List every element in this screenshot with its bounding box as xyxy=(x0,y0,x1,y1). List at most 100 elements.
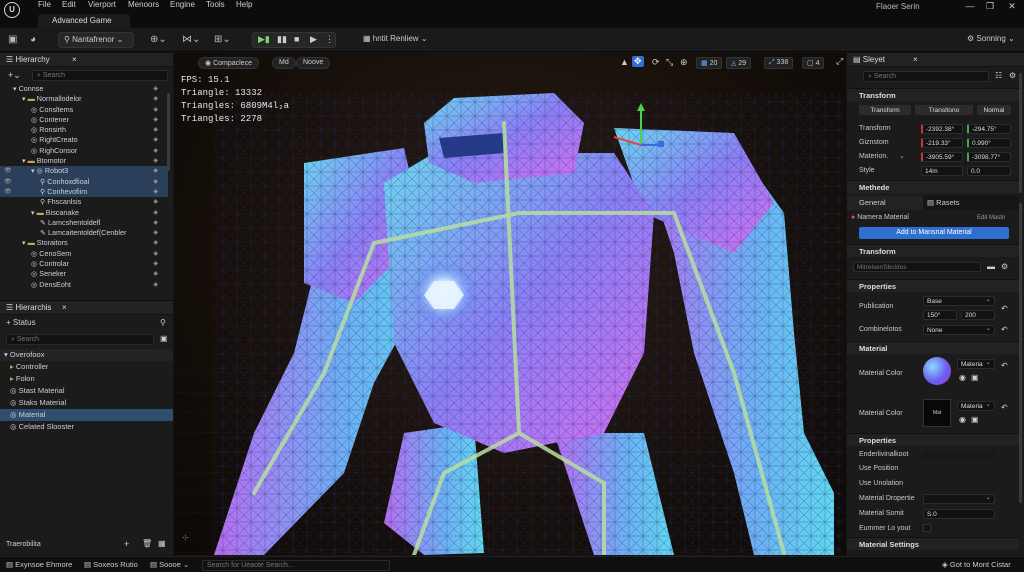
tree-item[interactable]: ▾ ▬ Btomotor ◈ xyxy=(0,156,168,166)
hierarchy-search[interactable]: ⌕ Search xyxy=(32,70,168,81)
tree-item[interactable]: ◎ CenoSem ◈ xyxy=(0,249,168,259)
grid-snap-button[interactable]: ▦ 20 xyxy=(696,57,723,69)
visibility-eye-icon[interactable]: 👁 xyxy=(4,177,12,187)
blueprint-icon[interactable]: ⋈⌄ xyxy=(182,34,200,45)
translation-tab[interactable]: Transltono xyxy=(915,105,973,115)
source-control-button[interactable]: ◈ Got to Mont Cistar xyxy=(942,560,1011,569)
materion-x-field[interactable]: -3905.59° xyxy=(921,152,963,162)
sequence-icon[interactable]: ⊞⌄ xyxy=(214,34,231,45)
methede-section[interactable]: Methede xyxy=(847,180,1019,193)
content-item[interactable]: ▸ Folon xyxy=(0,373,173,385)
menu-edit[interactable]: Edit xyxy=(62,0,76,9)
transform-x-field[interactable]: -2392.38° xyxy=(921,124,963,134)
output-log-button[interactable]: ▤ Soxeos Rutio xyxy=(84,560,138,569)
material-slot-dropdown-1[interactable]: Materia xyxy=(957,359,995,369)
more-icon[interactable]: ⋮ xyxy=(325,34,334,45)
assets-tab[interactable]: ▤ Rasets xyxy=(927,198,960,207)
scale-snap-button[interactable]: ⤢ 338 xyxy=(764,57,794,69)
menu-help[interactable]: Help xyxy=(236,0,252,9)
move-icon[interactable]: ▲ xyxy=(620,57,629,67)
giznstom-x-field[interactable]: -219.33° xyxy=(921,138,963,148)
transform-y-field[interactable]: -294.75° xyxy=(967,124,1011,134)
materion-y-field[interactable]: -3098.77° xyxy=(967,152,1011,162)
use-selected-icon[interactable]: ▣ xyxy=(971,415,979,424)
layout-checkbox[interactable] xyxy=(923,524,931,532)
material-somit-field[interactable]: S.0 xyxy=(923,509,995,519)
add-icon[interactable]: +⌄ xyxy=(8,70,21,81)
publication-field-2[interactable]: 200 xyxy=(961,310,995,320)
world-icon[interactable]: ⊕ xyxy=(680,57,688,68)
tree-item[interactable]: ◎ RighConsor ◈ xyxy=(0,146,168,156)
viewport[interactable]: ◉ Compaclece Md Noove ▲ ✥ ⟳ ⤡ ⊕ ▦ 20 ◬ 2… xyxy=(174,53,846,555)
content-drawer-button[interactable]: ▤ Exynsoe Ehmore xyxy=(6,560,72,569)
status-button[interactable]: + Status xyxy=(6,318,36,327)
material-thumbnail[interactable]: Mat xyxy=(923,399,951,427)
menu-tools[interactable]: Tools xyxy=(206,0,225,9)
pin-toggle-icon[interactable]: ◈ xyxy=(153,105,158,115)
tree-item[interactable]: ▾ Connse ◈ xyxy=(0,84,168,94)
details-scrollbar[interactable] xyxy=(1019,73,1022,193)
pause-icon[interactable]: ▮▮ xyxy=(277,34,287,45)
add-actor-icon[interactable]: ⊕⌄ xyxy=(150,34,167,45)
giznstom-y-field[interactable]: 0.990° xyxy=(967,138,1011,148)
visibility-eye-icon[interactable]: 👁 xyxy=(4,166,12,176)
content-item[interactable]: ◎ Celated Slooster xyxy=(0,421,173,433)
pin-toggle-icon[interactable]: ◈ xyxy=(153,177,158,187)
maximize-viewport-icon[interactable]: ⤢ xyxy=(836,56,843,67)
tree-item[interactable]: ✎ Lamcaitentoldef(Cenbler ◈ xyxy=(0,228,168,238)
edit-master-link[interactable]: Edit Mastn xyxy=(977,215,1005,221)
pin-toggle-icon[interactable]: ◈ xyxy=(153,125,158,135)
pin-toggle-icon[interactable]: ◈ xyxy=(153,228,158,238)
tree-item[interactable]: 👁 ⚲ Conhoxdfioal ◈ xyxy=(0,176,168,187)
pin-toggle-icon[interactable]: ◈ xyxy=(153,135,158,145)
source-control-icon[interactable]: ◕ xyxy=(30,34,36,45)
rotation-snap-button[interactable]: ◬ 29 xyxy=(726,57,752,69)
browse-icon[interactable]: ◉ xyxy=(959,373,966,382)
menu-viewport[interactable]: Vierport xyxy=(88,0,116,9)
use-selected-icon[interactable]: ▣ xyxy=(971,373,979,382)
show-button[interactable]: Noove xyxy=(296,57,331,69)
transform2-field[interactable]: MitrelsenSbcidos xyxy=(853,262,981,272)
menu-engine[interactable]: Engine xyxy=(170,0,195,9)
menu-members[interactable]: Menoors xyxy=(128,0,159,9)
material-section[interactable]: Material xyxy=(847,341,1019,354)
maximize-icon[interactable]: ❐ xyxy=(982,1,998,13)
add-icon[interactable]: + xyxy=(124,539,129,549)
play-icon[interactable]: ▶ xyxy=(310,34,317,45)
browse-icon[interactable]: ◉ xyxy=(959,415,966,424)
material-settings-section[interactable]: Material Settings xyxy=(847,537,1019,550)
cmd-dropdown[interactable]: ▤ Soooe ⌄ xyxy=(150,560,189,569)
tree-item[interactable]: ◎ DensEoht ◈ xyxy=(0,280,168,290)
filter-icon[interactable]: ⚲ xyxy=(160,318,166,327)
pin-toggle-icon[interactable]: ◈ xyxy=(153,187,158,197)
select-icon[interactable]: ✥ xyxy=(632,56,644,67)
reset-icon[interactable]: ↶ xyxy=(1001,403,1008,412)
details-search[interactable]: ⌕ Search xyxy=(863,71,989,82)
rotate-icon[interactable]: ⟳ xyxy=(652,57,660,68)
general-tab[interactable]: General xyxy=(847,196,923,210)
tree-item[interactable]: ◎ RightCreato ◈ xyxy=(0,135,168,145)
pin-toggle-icon[interactable]: ◈ xyxy=(153,249,158,259)
style-field-2[interactable]: 0.0 xyxy=(967,166,1011,176)
tree-item[interactable]: ⚲ Fhscanlsis ◈ xyxy=(0,197,168,207)
scale-icon[interactable]: ⤡ xyxy=(666,57,673,68)
content-item[interactable]: ◎ Stast Material xyxy=(0,385,173,397)
tree-item[interactable]: ✎ Lamcshentoldefl ◈ xyxy=(0,218,168,228)
properties-section[interactable]: Properties xyxy=(847,279,1019,292)
pin-toggle-icon[interactable]: ◈ xyxy=(153,166,158,176)
save-icon[interactable]: ▣ xyxy=(8,34,17,45)
tree-item[interactable]: ▾ ▬ Normallodelor ◈ xyxy=(0,94,168,104)
tree-item[interactable]: ◎ Contener ◈ xyxy=(0,115,168,125)
settings-icon[interactable]: ⚙ xyxy=(1001,262,1008,271)
minimize-icon[interactable]: — xyxy=(962,1,978,13)
pin-toggle-icon[interactable]: ◈ xyxy=(153,146,158,156)
publication-field-1[interactable]: 150° xyxy=(923,310,957,320)
console-input[interactable]: Search for Ueaote Search... xyxy=(202,560,390,571)
reset-icon[interactable]: ↶ xyxy=(1001,325,1008,334)
stop-icon[interactable]: ■ xyxy=(294,34,299,44)
tree-item[interactable]: ◎ Consltems ◈ xyxy=(0,105,168,115)
material-preview-sphere[interactable] xyxy=(923,357,951,385)
camera-speed-button[interactable]: ▢ 4 xyxy=(802,57,825,69)
reset-icon[interactable]: ↶ xyxy=(1001,304,1008,313)
tree-item[interactable]: ▾ ▬ Biscanake ◈ xyxy=(0,208,168,218)
